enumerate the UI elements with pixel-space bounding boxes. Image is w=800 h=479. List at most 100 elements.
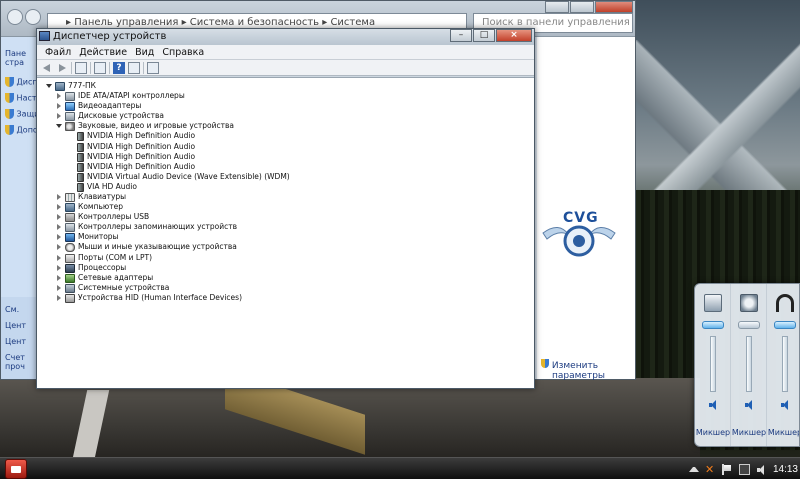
sidebar-item-remote[interactable]: Наст (5, 93, 37, 103)
tree-category[interactable]: Процессоры (55, 263, 126, 273)
toolbar-separator (90, 61, 91, 74)
sidebar-item-protection[interactable]: Защи (5, 109, 39, 119)
see-also-link-2[interactable]: Цент (5, 337, 26, 346)
tree-category[interactable]: Звуковые, видео и игровые устройства (55, 121, 234, 131)
show-hidden-icons-icon[interactable] (688, 464, 699, 475)
volume-icon[interactable] (756, 464, 767, 475)
tree-category-label: Компьютер (78, 202, 123, 211)
tree-device[interactable]: NVIDIA High Definition Audio (77, 162, 195, 172)
mixer-device-button[interactable] (702, 321, 724, 329)
expander-icon[interactable] (55, 112, 63, 120)
tree-category[interactable]: Видеоадаптеры (55, 101, 141, 111)
mixer-link[interactable]: Микшер (731, 428, 767, 437)
see-also-link-1[interactable]: Цент (5, 321, 26, 330)
see-also-heading: См. (5, 305, 20, 314)
tree-device[interactable]: NVIDIA High Definition Audio (77, 152, 195, 162)
expander-icon[interactable] (45, 82, 53, 90)
see-also-link-3[interactable]: Счет (5, 353, 25, 362)
system-sounds-icon[interactable] (740, 294, 758, 312)
back-nav-button[interactable] (7, 9, 23, 25)
speakers-icon[interactable] (704, 294, 722, 312)
scan-icon[interactable] (147, 61, 159, 74)
tree-category[interactable]: Устройства HID (Human Interface Devices) (55, 293, 242, 303)
tree-category[interactable]: Клавиатуры (55, 192, 126, 202)
app-tray-icon[interactable]: ✕ (705, 464, 716, 475)
list-view-icon[interactable] (128, 61, 140, 74)
tree-device[interactable]: NVIDIA Virtual Audio Device (Wave Extens… (77, 172, 290, 182)
expander-icon[interactable] (55, 122, 63, 130)
show-hide-console-tree-icon[interactable] (75, 61, 87, 74)
maximize-button[interactable]: □ (473, 29, 495, 42)
volume-slider[interactable] (782, 336, 788, 392)
close-button[interactable]: × (496, 29, 532, 42)
change-settings-link[interactable]: Изменить параметры (541, 359, 605, 381)
start-button[interactable] (5, 459, 27, 479)
mute-speaker-icon[interactable] (781, 400, 791, 410)
mixer-link[interactable]: Микшер (767, 428, 799, 437)
action-center-flag-icon[interactable] (721, 463, 733, 475)
expander-icon[interactable] (55, 264, 63, 272)
expander-icon[interactable] (55, 274, 63, 282)
tree-category[interactable]: Мониторы (55, 232, 118, 242)
tree-category[interactable]: Системные устройства (55, 283, 169, 293)
tree-device[interactable]: VIA HD Audio (77, 182, 137, 192)
volume-slider[interactable] (710, 336, 716, 392)
forward-nav-button[interactable] (25, 9, 41, 25)
tree-root[interactable]: 777-ПК (45, 81, 96, 91)
sidebar-item-device-manager[interactable]: Дисп (5, 77, 38, 87)
tree-category[interactable]: Мыши и иные указывающие устройства (55, 242, 237, 252)
sidebar-item-advanced[interactable]: Допо (5, 125, 38, 135)
back-arrow-icon[interactable] (41, 62, 53, 74)
expander-icon[interactable] (55, 243, 63, 251)
tree-category[interactable]: IDE ATA/ATAPI контроллеры (55, 91, 185, 101)
mixer-device-button[interactable] (738, 321, 760, 329)
expander-icon[interactable] (55, 294, 63, 302)
device-manager-window[interactable]: Диспетчер устройств – □ × Файл Действие … (36, 28, 535, 389)
menu-bar: Файл Действие Вид Справка (37, 45, 534, 60)
tree-category[interactable]: Порты (COM и LPT) (55, 253, 152, 263)
expander-icon[interactable] (55, 102, 63, 110)
tree-category-label: Клавиатуры (78, 192, 127, 201)
tree-category[interactable]: Контроллеры USB (55, 212, 149, 222)
mixer-link[interactable]: Микшер (695, 428, 731, 437)
tree-category[interactable]: Дисковые устройства (55, 111, 164, 121)
expander-icon[interactable] (55, 203, 63, 211)
port-icon (65, 253, 75, 263)
network-icon[interactable] (738, 463, 750, 475)
menu-help[interactable]: Справка (160, 45, 210, 59)
mixer-device-button[interactable] (774, 321, 796, 329)
net-icon (65, 273, 75, 283)
expander-icon[interactable] (55, 254, 63, 262)
menu-view[interactable]: Вид (133, 45, 160, 59)
clock[interactable]: 14:13 (773, 464, 798, 475)
speaker-icon (77, 182, 84, 192)
menu-action[interactable]: Действие (77, 45, 133, 59)
forward-arrow-icon[interactable] (56, 62, 68, 74)
expander-icon[interactable] (55, 193, 63, 201)
help-icon[interactable]: ? (113, 61, 125, 74)
expander-icon[interactable] (55, 92, 63, 100)
expander-icon[interactable] (55, 233, 63, 241)
mute-speaker-icon[interactable] (745, 400, 755, 410)
device-manager-titlebar[interactable]: Диспетчер устройств – □ × (37, 29, 534, 45)
headphones-icon[interactable] (776, 294, 794, 312)
minimize-button[interactable] (545, 1, 569, 13)
tree-device[interactable]: NVIDIA High Definition Audio (77, 142, 195, 152)
menu-file[interactable]: Файл (43, 45, 77, 59)
device-tree-panel[interactable]: 777-ПК IDE ATA/ATAPI контроллеры Видеоада… (37, 77, 534, 388)
expander-icon[interactable] (55, 213, 63, 221)
speaker-icon (77, 131, 84, 141)
expander-icon[interactable] (55, 284, 63, 292)
mute-speaker-icon[interactable] (709, 400, 719, 410)
tree-category[interactable]: Сетевые адаптеры (55, 273, 153, 283)
volume-slider[interactable] (746, 336, 752, 392)
expander-icon[interactable] (55, 223, 63, 231)
maximize-button[interactable] (570, 1, 594, 13)
minimize-button[interactable]: – (450, 29, 472, 42)
tree-device[interactable]: NVIDIA High Definition Audio (77, 131, 195, 141)
tree-category[interactable]: Контроллеры запоминающих устройств (55, 222, 237, 232)
speaker-icon (77, 162, 84, 172)
tree-category[interactable]: Компьютер (55, 202, 123, 212)
properties-icon[interactable] (94, 61, 106, 74)
close-button[interactable] (595, 1, 633, 13)
